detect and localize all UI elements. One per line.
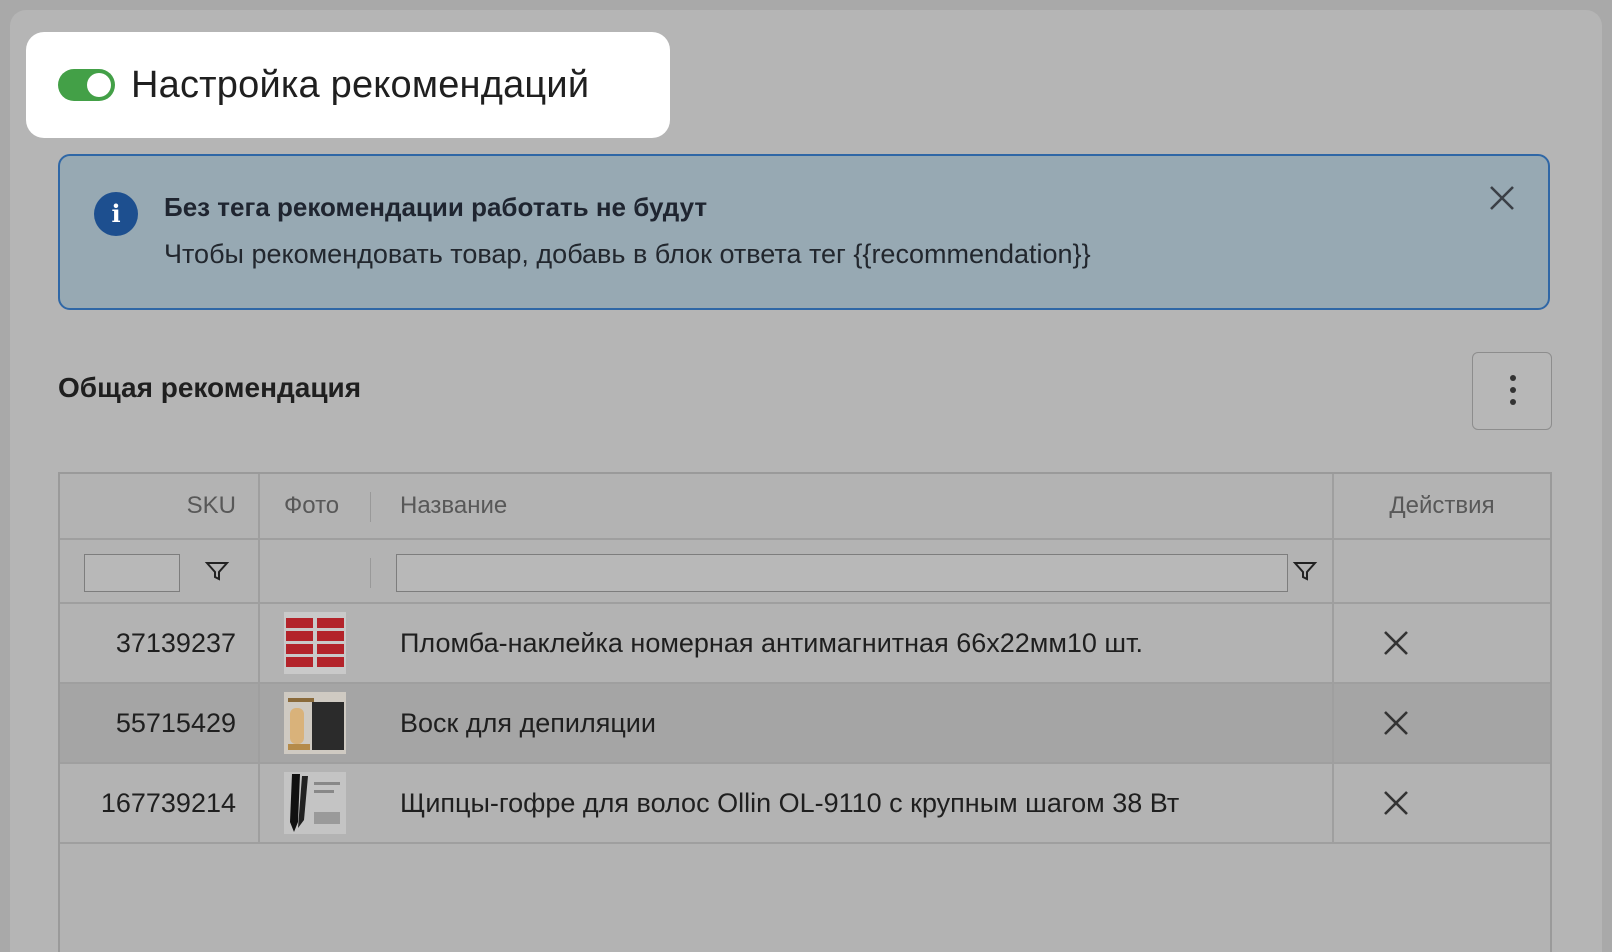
more-vertical-icon [1509,375,1517,409]
recommendations-toggle[interactable] [58,69,115,101]
alert-title: Без тега рекомендации работать не будут [164,192,708,222]
close-icon [1384,791,1408,815]
table-row[interactable]: 37139237 Пломба-наклейка номерная антима… [60,604,1550,684]
row-name: Щипцы-гофре для волос Ollin OL-9110 с кр… [400,787,1180,818]
recommendations-table: SKU Фото Название Действия 37139237 Плом… [58,472,1552,952]
recommendations-header: Настройка рекомендаций [26,32,670,138]
column-header-actions: Действия [1389,492,1495,519]
name-filter-input[interactable] [396,554,1288,592]
row-sku: 167739214 [100,787,236,818]
table-filter-row [60,540,1550,604]
alert-text: Чтобы рекомендовать товар, добавь в блок… [164,239,1091,269]
sku-filter-input[interactable] [84,554,180,592]
product-photo[interactable] [260,684,380,762]
close-icon [1384,711,1408,735]
more-options-button[interactable] [1472,352,1552,430]
table-header-row: SKU Фото Название Действия [60,474,1550,540]
row-sku: 37139237 [115,627,236,658]
name-filter-icon[interactable] [1292,560,1318,582]
close-icon[interactable] [1484,180,1520,216]
product-photo[interactable] [260,764,380,842]
row-sku: 55715429 [115,707,236,738]
hair-crimper-image [284,772,346,834]
row-name: Пломба-наклейка номерная антимагнитная 6… [400,627,1143,658]
toggle-knob [87,73,111,97]
remove-row-button[interactable] [1334,684,1458,762]
product-photo[interactable] [260,604,380,682]
info-icon: i [94,192,138,236]
remove-row-button[interactable] [1334,764,1458,842]
table-row[interactable]: 55715429 Воск для депиляции [60,684,1550,764]
table-row[interactable]: 167739214 Щипцы-гофре для волос Ollin OL… [60,764,1550,844]
info-alert: i Без тега рекомендации работать не буду… [58,154,1550,310]
remove-row-button[interactable] [1334,604,1458,682]
page-title: Настройка рекомендаций [131,63,590,106]
sku-filter-icon[interactable] [204,560,230,582]
column-header-name[interactable]: Название [400,474,1340,538]
column-header-photo[interactable]: Фото [260,474,380,538]
row-name: Воск для депиляции [400,707,656,738]
column-header-sku[interactable]: SKU [60,474,258,538]
section-title: Общая рекомендация [58,372,362,403]
close-icon [1384,631,1408,655]
seal-sticker-image [284,612,346,674]
wax-product-image [284,692,346,754]
